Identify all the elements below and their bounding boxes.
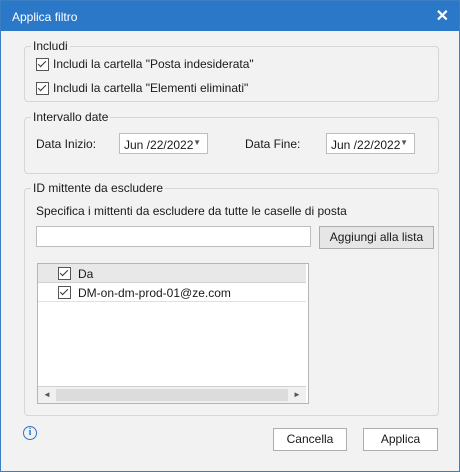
select-all-checkbox[interactable] [58, 267, 71, 280]
cancel-button[interactable]: Cancella [273, 428, 347, 451]
start-date-label: Data Inizio: [36, 137, 97, 151]
junk-folder-label: Includi la cartella "Posta indesiderata" [53, 57, 254, 71]
chevron-down-icon[interactable]: ▼ [400, 138, 408, 147]
end-date-picker[interactable]: Jun /22/2022 ▼ [326, 133, 415, 154]
list-header-label: Da [78, 267, 94, 281]
apply-button[interactable]: Applica [363, 428, 438, 451]
sender-exclusion-group: ID mittente da escludere Specifica i mit… [24, 181, 439, 416]
deleted-folder-option[interactable]: Includi la cartella "Elementi eliminati" [36, 81, 248, 95]
includi-group: Includi Includi la cartella "Posta indes… [24, 39, 439, 102]
close-icon[interactable]: ✕ [436, 6, 449, 26]
scroll-left-icon[interactable]: ◄ [40, 389, 54, 401]
list-item[interactable]: DM-on-dm-prod-01@ze.com [38, 283, 306, 302]
deleted-folder-checkbox[interactable] [36, 81, 49, 95]
includi-legend: Includi [31, 39, 70, 53]
dialog-title: Applica filtro [12, 10, 78, 24]
filter-dialog: Applica filtro ✕ Includi Includi la cart… [0, 0, 460, 472]
date-range-legend: Intervallo date [31, 110, 111, 124]
list-item-checkbox[interactable] [58, 286, 71, 299]
start-date-picker[interactable]: Jun /22/2022 ▼ [119, 133, 208, 154]
sender-list: Da DM-on-dm-prod-01@ze.com ◄ ► [37, 263, 309, 404]
horizontal-scrollbar[interactable]: ◄ ► [38, 386, 306, 403]
list-header: Da [38, 264, 306, 283]
info-icon[interactable]: i [23, 426, 37, 440]
scroll-right-icon[interactable]: ► [290, 389, 304, 401]
sender-input[interactable] [36, 226, 311, 247]
scroll-thumb[interactable] [56, 389, 288, 401]
junk-folder-checkbox[interactable] [36, 57, 49, 71]
start-date-value: Jun /22/2022 [124, 138, 194, 152]
add-to-list-button[interactable]: Aggiungi alla lista [319, 226, 434, 249]
list-item-label: DM-on-dm-prod-01@ze.com [78, 286, 231, 300]
end-date-value: Jun /22/2022 [331, 138, 401, 152]
junk-folder-option[interactable]: Includi la cartella "Posta indesiderata" [36, 57, 254, 71]
deleted-folder-label: Includi la cartella "Elementi eliminati" [53, 81, 249, 95]
chevron-down-icon[interactable]: ▼ [193, 138, 201, 147]
date-range-group: Intervallo date Data Inizio: Jun /22/202… [24, 110, 439, 174]
sender-instruction: Specifica i mittenti da escludere da tut… [36, 204, 347, 218]
sender-exclusion-legend: ID mittente da escludere [31, 181, 166, 195]
title-bar: Applica filtro ✕ [1, 1, 459, 31]
end-date-label: Data Fine: [245, 137, 301, 151]
